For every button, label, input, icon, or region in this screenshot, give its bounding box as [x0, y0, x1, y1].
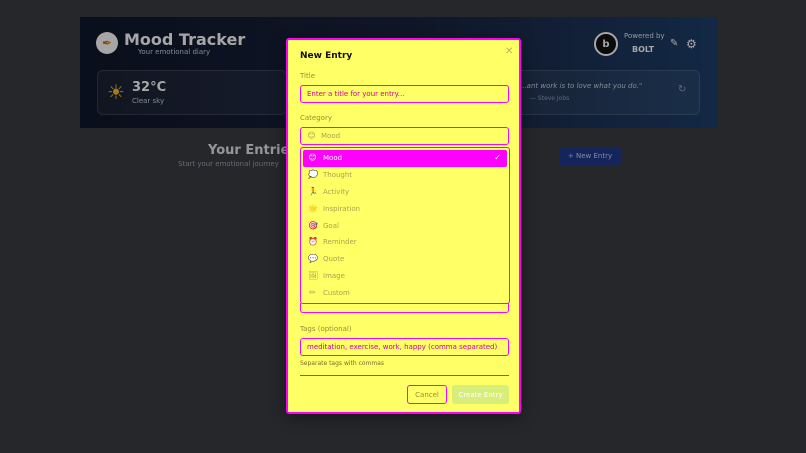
category-option-label: Goal — [323, 221, 339, 230]
category-option-activity[interactable]: 🏃 Activity — [303, 184, 507, 201]
category-option-mood[interactable]: 😊 Mood ✓ — [303, 150, 507, 167]
title-label: Title — [300, 72, 316, 80]
tags-label: Tags (optional) — [300, 325, 352, 333]
category-option-label: Mood — [323, 154, 343, 163]
close-icon[interactable]: ✕ — [505, 46, 513, 57]
description-input-edge — [300, 303, 509, 313]
modal-divider — [300, 375, 509, 376]
category-option-label: Quote — [323, 255, 345, 264]
category-option-reminder[interactable]: ⏰ Reminder — [303, 234, 507, 251]
category-option-label: Reminder — [323, 238, 357, 247]
category-option-label: Custom — [323, 288, 350, 297]
category-select[interactable]: 😊 Mood — [300, 127, 509, 145]
category-selected-value: Mood — [321, 132, 341, 140]
target-icon: 🎯 — [308, 220, 318, 230]
new-entry-modal: New Entry ✕ Title Category 😊 Mood 😊 Mood… — [286, 38, 521, 414]
thought-bubble-icon: 💭 — [308, 170, 318, 180]
category-option-label: Image — [323, 271, 345, 280]
running-icon: 🏃 — [308, 186, 318, 196]
pencil-icon: ✏ — [309, 287, 316, 297]
speech-bubble-icon: 💬 — [308, 254, 318, 264]
category-option-quote[interactable]: 💬 Quote — [303, 251, 507, 268]
category-dropdown: 😊 Mood ✓ 💭 Thought 🏃 Activity 🌟 Inspirat… — [300, 147, 510, 304]
mood-icon: 😊 — [308, 153, 317, 163]
title-input[interactable] — [300, 85, 509, 103]
star-icon: 🌟 — [308, 203, 318, 213]
category-label: Category — [300, 114, 332, 122]
category-option-custom[interactable]: ✏ Custom — [303, 284, 507, 301]
alarm-clock-icon: ⏰ — [308, 237, 318, 247]
image-icon: 🖼 — [308, 270, 319, 280]
category-option-label: Thought — [323, 171, 353, 180]
tags-hint: Separate tags with commas — [300, 360, 385, 367]
check-icon: ✓ — [494, 153, 501, 162]
category-option-image[interactable]: 🖼 Image — [303, 268, 507, 285]
category-option-label: Inspiration — [323, 204, 361, 213]
tags-input[interactable] — [300, 338, 509, 356]
category-option-thought[interactable]: 💭 Thought — [303, 167, 507, 184]
category-option-label: Activity — [323, 187, 350, 196]
modal-title: New Entry — [300, 51, 353, 61]
create-entry-button[interactable]: Create Entry — [452, 385, 509, 404]
category-option-goal[interactable]: 🎯 Goal — [303, 217, 507, 234]
cancel-button[interactable]: Cancel — [407, 385, 447, 404]
category-option-inspiration[interactable]: 🌟 Inspiration — [303, 200, 507, 217]
category-selected-icon: 😊 — [307, 131, 316, 140]
